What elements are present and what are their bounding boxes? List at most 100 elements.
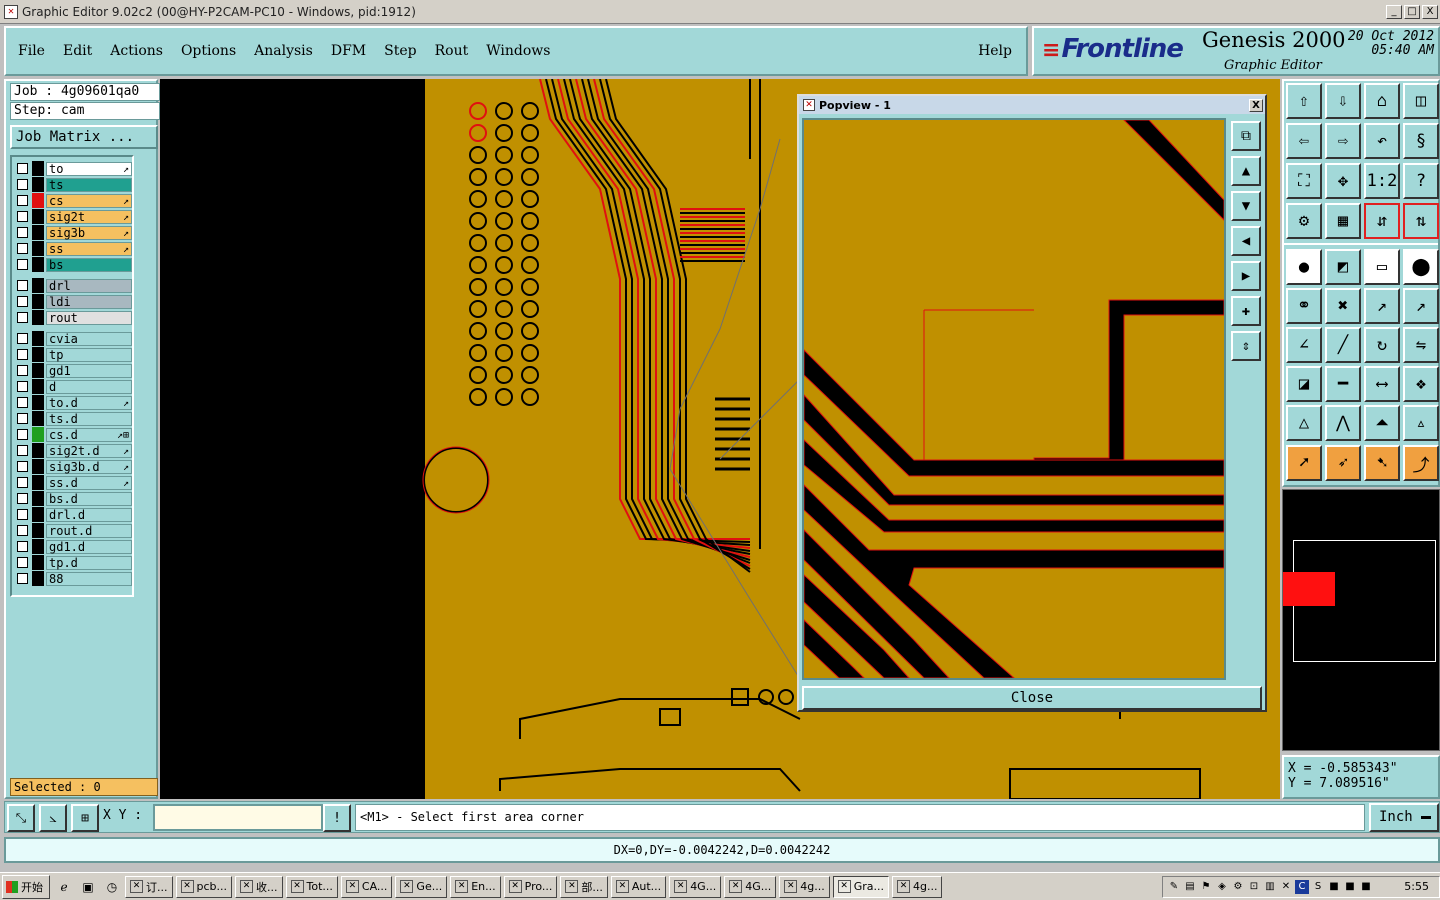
layer-name[interactable]: sig3b ↗ xyxy=(46,225,132,240)
layer-row[interactable]: tp xyxy=(14,347,132,362)
layer-row[interactable]: rout xyxy=(14,310,132,325)
arc-icon[interactable]: ↻ xyxy=(1364,327,1400,363)
layer-row[interactable]: cs ↗ xyxy=(14,193,132,208)
popview-zoom-in-icon[interactable]: ✚ xyxy=(1231,296,1261,326)
taskbar-item[interactable]: ✕ 收... xyxy=(235,875,283,898)
add-line-icon[interactable]: ∠ xyxy=(1286,327,1322,363)
menu-step[interactable]: Step xyxy=(384,43,416,59)
tray-app1-icon[interactable]: ■ xyxy=(1327,880,1341,894)
layer-name[interactable]: rout xyxy=(46,310,132,325)
popview-pan-right-icon[interactable]: ▶ xyxy=(1231,261,1261,291)
layer-checkbox[interactable] xyxy=(17,163,28,174)
close-button[interactable]: X xyxy=(1422,4,1438,19)
layer-color-swatch[interactable] xyxy=(32,491,44,506)
menu-edit[interactable]: Edit xyxy=(63,43,92,59)
quicklaunch-desktop-icon[interactable]: ▣ xyxy=(78,877,98,897)
select-net-icon[interactable]: ➷ xyxy=(1364,445,1400,481)
menu-help[interactable]: Help xyxy=(978,43,1012,59)
layer-checkbox[interactable] xyxy=(17,509,28,520)
layer-row[interactable]: drl.d xyxy=(14,507,132,522)
layer-row[interactable]: to.d ↗ xyxy=(14,395,132,410)
layer-row[interactable]: d xyxy=(14,379,132,394)
tray-settings-icon[interactable]: ⚙ xyxy=(1231,880,1245,894)
taskbar-item[interactable]: ✕ En... xyxy=(450,875,501,898)
stretch-node-icon[interactable]: ↗ xyxy=(1403,288,1439,324)
layer-checkbox[interactable] xyxy=(17,227,28,238)
layer-row[interactable]: sig2t ↗ xyxy=(14,209,132,224)
pan-left-icon[interactable]: ⇦ xyxy=(1286,123,1322,159)
layer-checkbox[interactable] xyxy=(17,445,28,456)
layer-color-swatch[interactable] xyxy=(32,331,44,346)
layer-checkbox[interactable] xyxy=(17,525,28,536)
layer-checkbox[interactable] xyxy=(17,413,28,424)
menu-dfm[interactable]: DFM xyxy=(331,43,366,59)
draw-line-icon[interactable]: ╱ xyxy=(1325,327,1361,363)
layer-name[interactable]: sig2t.d ↗ xyxy=(46,443,132,458)
layer-color-swatch[interactable] xyxy=(32,459,44,474)
layer-name[interactable]: rout.d xyxy=(46,523,132,538)
layer-row[interactable]: sig3b ↗ xyxy=(14,225,132,240)
layer-checkbox[interactable] xyxy=(17,312,28,323)
net-trace-icon[interactable]: ⇅ xyxy=(1403,203,1439,239)
popview-pan-up-icon[interactable]: ▲ xyxy=(1231,156,1261,186)
tray-monitor-icon[interactable]: ▤ xyxy=(1183,880,1197,894)
layer-name[interactable]: gd1 xyxy=(46,363,132,378)
layer-row[interactable]: ldi xyxy=(14,294,132,309)
scale-1to2-icon[interactable]: 1:2 xyxy=(1364,163,1400,199)
layer-color-swatch[interactable] xyxy=(32,161,44,176)
grid-icon[interactable]: ▦ xyxy=(1325,203,1361,239)
popview-close-button[interactable]: Close xyxy=(802,686,1262,710)
layer-color-swatch[interactable] xyxy=(32,294,44,309)
tray-chart-icon[interactable]: ▥ xyxy=(1263,880,1277,894)
layer-checkbox[interactable] xyxy=(17,179,28,190)
layer-color-swatch[interactable] xyxy=(32,411,44,426)
layer-name[interactable]: ts.d xyxy=(46,411,132,426)
tray-lang-icon[interactable]: C xyxy=(1295,879,1309,894)
grid-snap-icon[interactable]: ⊞ xyxy=(71,804,99,832)
layer-name[interactable]: to ↗ xyxy=(46,161,132,176)
start-button[interactable]: 开始 xyxy=(2,874,50,899)
layer-name[interactable]: ss.d ↗ xyxy=(46,475,132,490)
connect-nodes-icon[interactable]: ⚭ xyxy=(1286,288,1322,324)
minimize-button[interactable]: _ xyxy=(1386,4,1402,19)
layer-name[interactable]: cvia xyxy=(46,331,132,346)
select-pointer-icon[interactable]: ➚ xyxy=(1286,445,1322,481)
delete-node-icon[interactable]: ✖ xyxy=(1325,288,1361,324)
job-matrix-button[interactable]: Job Matrix ... xyxy=(10,125,158,149)
undo-view-icon[interactable]: ↶ xyxy=(1364,123,1400,159)
layer-checkbox[interactable] xyxy=(17,397,28,408)
layer-row[interactable]: sig2t.d ↗ xyxy=(14,443,132,458)
measure-icon[interactable]: ⚙ xyxy=(1286,203,1322,239)
add-text-icon[interactable]: ◪ xyxy=(1286,366,1322,402)
taskbar-item[interactable]: ✕ 订... xyxy=(125,875,173,898)
split-view-icon[interactable]: ◫ xyxy=(1403,83,1439,119)
pan-down-icon[interactable]: ⇩ xyxy=(1325,83,1361,119)
menu-analysis[interactable]: Analysis xyxy=(254,43,313,59)
layer-checkbox[interactable] xyxy=(17,541,28,552)
layer-checkbox[interactable] xyxy=(17,259,28,270)
taskbar-item[interactable]: ✕ Tot... xyxy=(285,875,338,898)
popview-pan-left-icon[interactable]: ◀ xyxy=(1231,226,1261,256)
triangle-vertex-icon[interactable]: ⋀ xyxy=(1325,405,1361,441)
layer-name[interactable]: tp.d xyxy=(46,555,132,570)
layer-color-swatch[interactable] xyxy=(32,555,44,570)
taskbar-item[interactable]: ✕ pcb... xyxy=(175,875,233,898)
taskbar-item[interactable]: ✕ Ge... xyxy=(395,875,448,898)
layer-name[interactable]: sig2t ↗ xyxy=(46,209,132,224)
popview-close-x[interactable]: X xyxy=(1249,98,1263,112)
popview-zoom-icon[interactable]: ⧉ xyxy=(1231,121,1261,151)
select-area-icon[interactable]: ➶ xyxy=(1325,445,1361,481)
layer-name[interactable]: cs.d ↗⊞ xyxy=(46,427,132,442)
layer-color-swatch[interactable] xyxy=(32,278,44,293)
layer-checkbox[interactable] xyxy=(17,493,28,504)
layer-row[interactable]: ss.d ↗ xyxy=(14,475,132,490)
layer-name[interactable]: sig3b.d ↗ xyxy=(46,459,132,474)
menu-options[interactable]: Options xyxy=(181,43,236,59)
layer-color-swatch[interactable] xyxy=(32,363,44,378)
popview-canvas[interactable] xyxy=(802,118,1226,680)
layer-row[interactable]: ts.d xyxy=(14,411,132,426)
layer-color-swatch[interactable] xyxy=(32,193,44,208)
layer-row[interactable]: drl xyxy=(14,278,132,293)
add-surface-icon[interactable]: ◩ xyxy=(1325,249,1361,285)
layer-row[interactable]: bs.d xyxy=(14,491,132,506)
